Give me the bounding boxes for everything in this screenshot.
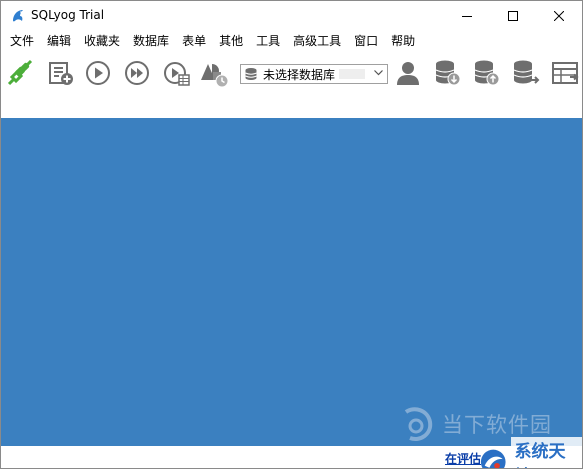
user-icon bbox=[397, 62, 419, 85]
restore-database-button[interactable] bbox=[472, 58, 502, 88]
user-manager-button[interactable] bbox=[393, 58, 423, 88]
close-button[interactable] bbox=[536, 1, 582, 31]
menu-file[interactable]: 文件 bbox=[5, 31, 39, 51]
table-schema-icon bbox=[552, 62, 579, 84]
database-icon bbox=[245, 68, 257, 80]
menu-database[interactable]: 数据库 bbox=[128, 31, 174, 51]
chevron-down-icon bbox=[374, 70, 383, 76]
execute-edit-button[interactable] bbox=[161, 58, 191, 88]
execute-all-icon bbox=[125, 61, 149, 85]
minimize-button[interactable] bbox=[444, 1, 490, 31]
menu-help[interactable]: 帮助 bbox=[386, 31, 420, 51]
watermark-small: 系统天地 bbox=[479, 437, 582, 468]
evaluation-link[interactable]: 在评估 bbox=[445, 450, 481, 467]
menu-other[interactable]: 其他 bbox=[214, 31, 248, 51]
menu-edit[interactable]: 编辑 bbox=[42, 31, 76, 51]
menu-bar: 文件 编辑 收藏夹 数据库 表单 其他 工具 高级工具 窗口 帮助 bbox=[1, 31, 582, 51]
window-title: SQLyog Trial bbox=[31, 8, 105, 22]
menu-tools[interactable]: 工具 bbox=[251, 31, 285, 51]
execute-icon bbox=[86, 61, 110, 85]
backup-icon bbox=[435, 60, 461, 86]
minimize-icon bbox=[462, 16, 472, 17]
execute-all-button[interactable] bbox=[122, 58, 152, 88]
shapes-button[interactable] bbox=[199, 58, 229, 88]
backup-database-button[interactable] bbox=[433, 58, 463, 88]
database-select-filler bbox=[339, 69, 366, 79]
watermark-logo-icon bbox=[404, 407, 433, 441]
maximize-icon bbox=[508, 11, 518, 21]
restore-icon bbox=[474, 60, 500, 86]
new-query-button[interactable] bbox=[46, 58, 76, 88]
toolbar: 未选择数据库 bbox=[1, 52, 582, 94]
shapes-icon bbox=[201, 64, 229, 88]
watermark-badge-icon bbox=[480, 449, 506, 468]
dolphin-icon bbox=[13, 10, 23, 22]
connect-icon bbox=[7, 59, 33, 86]
execute-query-button[interactable] bbox=[83, 58, 113, 88]
close-icon bbox=[554, 11, 564, 21]
watermark-site-large: 当下软件园 bbox=[442, 413, 552, 437]
execute-edit-icon bbox=[164, 62, 190, 86]
menu-table[interactable]: 表单 bbox=[177, 31, 211, 51]
new-query-icon bbox=[49, 62, 73, 85]
menu-advanced-tools[interactable]: 高级工具 bbox=[288, 31, 346, 51]
title-bar[interactable]: SQLyog Trial bbox=[1, 1, 582, 31]
sync-database-button[interactable] bbox=[511, 58, 541, 88]
app-window: SQLyog Trial 文件 编辑 收藏夹 数据库 表单 其他 工具 高级工具… bbox=[0, 0, 583, 469]
sync-icon bbox=[513, 60, 540, 84]
database-select-value: 未选择数据库 bbox=[263, 67, 336, 82]
new-connection-button[interactable] bbox=[5, 58, 35, 88]
table-schema-button[interactable] bbox=[550, 58, 580, 88]
watermark-site-small: 系统天地 bbox=[511, 437, 582, 468]
menu-favorites[interactable]: 收藏夹 bbox=[79, 31, 125, 51]
main-workspace bbox=[1, 118, 582, 446]
maximize-button[interactable] bbox=[490, 1, 536, 31]
menu-window[interactable]: 窗口 bbox=[349, 31, 383, 51]
database-select[interactable]: 未选择数据库 bbox=[240, 64, 388, 84]
